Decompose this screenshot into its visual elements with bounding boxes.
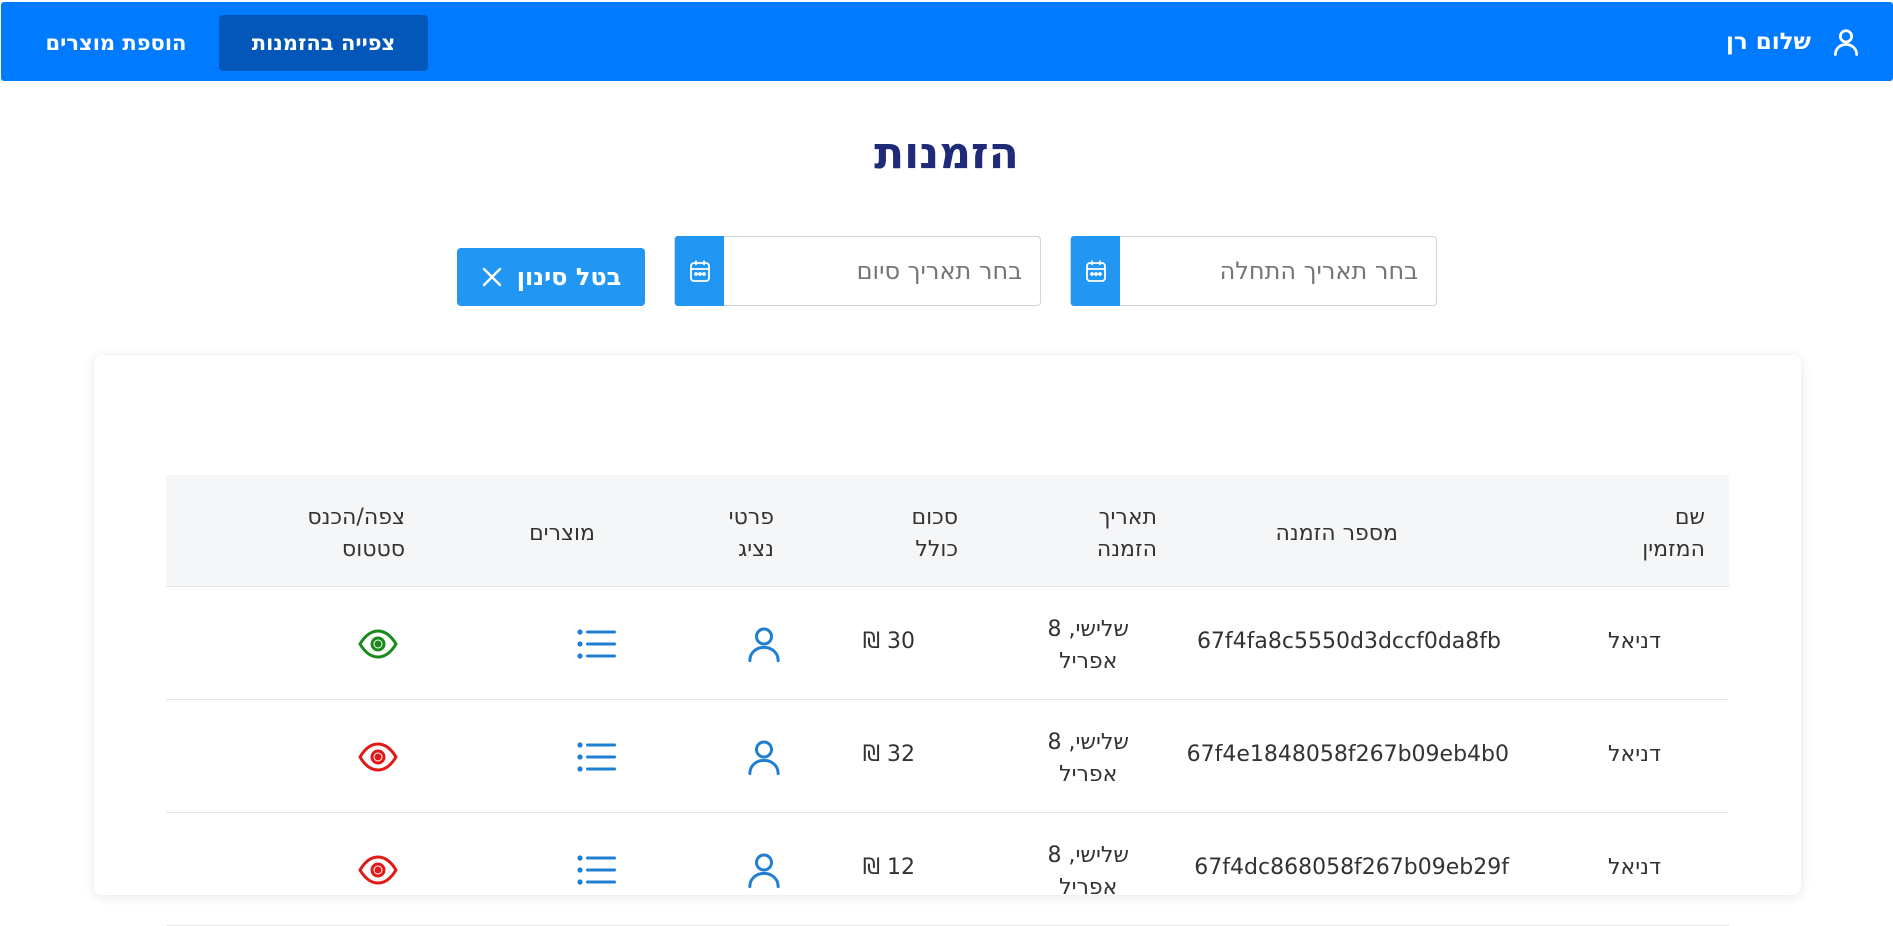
header-total: סכום כולל (911, 505, 958, 562)
eye-icon (358, 742, 398, 772)
rep-details-button[interactable] (739, 732, 789, 782)
order-id: 67f4e1848058f267b09eb4b0 (1186, 742, 1509, 767)
user-icon (1831, 27, 1861, 57)
view-orders-button[interactable]: צפייה בהזמנות (219, 15, 428, 71)
view-status-button[interactable] (353, 845, 403, 895)
add-products-button[interactable]: הוספת מוצרים (35, 15, 197, 71)
header-status: צפה/הכנס סטטוס (307, 505, 405, 562)
end-date-calendar-button[interactable] (675, 236, 724, 306)
products-list-button[interactable] (572, 845, 622, 895)
header-order-number: מספר הזמנה (1275, 521, 1398, 546)
user-name: שלום רן (1725, 28, 1811, 55)
products-list-button[interactable] (572, 732, 622, 782)
eye-icon (358, 855, 398, 885)
order-total: 30 ₪ (862, 629, 915, 654)
user-icon (748, 627, 780, 663)
clear-filter-label: בטל סינון (516, 263, 622, 291)
top-navbar: שלום רן צפייה בהזמנות הוספת מוצרים (1, 2, 1893, 81)
calendar-icon (1085, 260, 1106, 282)
list-icon (577, 742, 616, 772)
header-rep-details: פרטי נציג (728, 505, 774, 562)
clear-filter-button[interactable]: בטל סינון (457, 248, 645, 306)
calendar-icon (689, 260, 710, 282)
start-date-field[interactable]: בחר תאריך התחלה (1070, 236, 1437, 306)
order-date: שלישי, 8 אפריל (1047, 617, 1129, 674)
order-date: שלישי, 8 אפריל (1047, 843, 1129, 900)
user-menu[interactable]: שלום רן (1726, 2, 1861, 81)
start-date-calendar-button[interactable] (1071, 236, 1120, 306)
order-date: שלישי, 8 אפריל (1047, 730, 1129, 787)
table-row: דניאל 67f4dc868058f267b09eb29f שלישי, 8 … (166, 813, 1729, 926)
eye-icon (358, 629, 398, 659)
table-row: דניאל 67f4fa8c5550d3dccf0da8fb שלישי, 8 … (166, 587, 1729, 700)
rep-details-button[interactable] (739, 845, 789, 895)
table-row: דניאל 67f4e1848058f267b09eb4b0 שלישי, 8 … (166, 700, 1729, 813)
order-id: 67f4dc868058f267b09eb29f (1194, 855, 1509, 880)
rep-details-button[interactable] (739, 619, 789, 669)
order-total: 12 ₪ (862, 855, 915, 880)
end-date-placeholder: בחר תאריך סיום (856, 257, 1022, 285)
list-icon (577, 629, 616, 659)
view-status-button[interactable] (353, 732, 403, 782)
list-icon (577, 855, 616, 885)
header-customer-name: שם המזמין (1642, 505, 1705, 562)
orders-table: שם המזמין מספר הזמנה תאריך הזמנה סכום כו… (166, 475, 1729, 926)
order-id: 67f4fa8c5550d3dccf0da8fb (1196, 629, 1501, 654)
products-list-button[interactable] (572, 619, 622, 669)
order-total: 32 ₪ (862, 742, 915, 767)
close-icon (482, 267, 501, 287)
customer-name: דניאל (1608, 855, 1661, 880)
header-products: מוצרים (529, 521, 595, 546)
header-order-date: תאריך הזמנה (1096, 505, 1157, 562)
view-status-button[interactable] (353, 619, 403, 669)
user-icon (748, 740, 780, 776)
customer-name: דניאל (1608, 629, 1661, 654)
end-date-field[interactable]: בחר תאריך סיום (674, 236, 1041, 306)
customer-name: דניאל (1608, 742, 1661, 767)
table-header: שם המזמין מספר הזמנה תאריך הזמנה סכום כו… (166, 475, 1729, 587)
start-date-placeholder: בחר תאריך התחלה (1219, 257, 1418, 285)
page-title: הזמנות (874, 128, 1019, 179)
user-icon (748, 853, 780, 889)
